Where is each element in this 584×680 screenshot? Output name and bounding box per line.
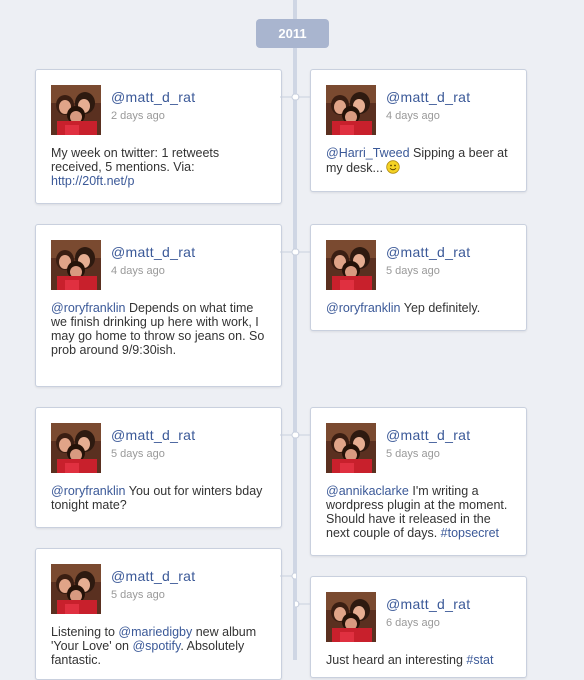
tweet-text-span: Just heard an interesting [326,653,467,667]
timestamp: 4 days ago [386,110,440,122]
tweet-card[interactable]: @matt_d_rat 5 days ago @roryfranklin Yep d… [310,224,527,331]
mention-link[interactable]: @roryfranklin [51,301,126,315]
mention-link[interactable]: @roryfranklin [326,301,401,315]
tweet-card[interactable]: @matt_d_rat 4 days ago @Harri_Tweed Sippin… [310,69,527,192]
hashtag-link[interactable]: #topsecret [441,526,499,540]
avatar[interactable] [51,240,101,290]
mention-link[interactable]: @mariedigby [118,625,192,639]
timeline-connector-dot [292,428,311,440]
mention-link[interactable]: @Harri_Tweed [326,146,410,160]
avatar[interactable] [51,564,101,614]
user-handle-link[interactable]: @matt_d_rat [386,89,470,105]
year-badge[interactable]: 2011 [256,19,329,48]
tweet-text: @annikaclarke I'm writing a wordpress pl… [326,484,514,540]
timestamp: 5 days ago [111,448,165,460]
timestamp: 5 days ago [386,448,440,460]
timeline-connector-dot [280,569,299,581]
avatar[interactable] [326,423,376,473]
url-link[interactable]: http://20ft.net/p [51,174,134,188]
timeline-connector-dot [280,90,299,102]
smiley-icon [386,160,401,174]
mention-link[interactable]: @spotify [132,639,180,653]
tweet-card[interactable]: @matt_d_rat 5 days ago @roryfranklin You o… [35,407,282,528]
tweet-text: My week on twitter: 1 retweets received,… [51,146,269,188]
hashtag-link[interactable]: #stat [466,653,493,667]
user-handle-link[interactable]: @matt_d_rat [386,244,470,260]
timestamp: 6 days ago [386,617,440,629]
user-handle-link[interactable]: @matt_d_rat [386,596,470,612]
tweet-card[interactable]: @matt_d_rat 5 days ago @annikaclarke I'm w… [310,407,527,556]
avatar[interactable] [51,423,101,473]
tweet-text-span: My week on twitter: 1 retweets received,… [51,146,220,174]
mention-link[interactable]: @annikaclarke [326,484,409,498]
user-handle-link[interactable]: @matt_d_rat [111,427,195,443]
tweet-text: @roryfranklin You out for winters bday t… [51,484,269,512]
timeline-connector-dot [280,428,299,440]
timeline-connector-dot [280,245,299,257]
timeline-connector-dot [292,90,311,102]
user-handle-link[interactable]: @matt_d_rat [111,568,195,584]
tweet-text: Listening to @mariedigby new album 'Your… [51,625,269,667]
tweet-text: @roryfranklin Depends on what time we fi… [51,301,269,357]
tweet-card[interactable]: @matt_d_rat 6 days ago Just heard an inter… [310,576,527,678]
timeline-connector-dot [292,245,311,257]
tweet-card[interactable]: @matt_d_rat 4 days ago @roryfranklin Depen… [35,224,282,387]
tweet-text-span: Yep definitely. [400,301,481,315]
tweet-text: Just heard an interesting #stat [326,653,514,667]
timestamp: 5 days ago [111,589,165,601]
tweet-card[interactable]: @matt_d_rat 2 days ago My week on twitter:… [35,69,282,204]
user-handle-link[interactable]: @matt_d_rat [111,244,195,260]
avatar[interactable] [326,240,376,290]
tweet-card[interactable]: @matt_d_rat 5 days ago Listening to @marie… [35,548,282,680]
timestamp: 4 days ago [111,265,165,277]
user-handle-link[interactable]: @matt_d_rat [386,427,470,443]
timeline-connector-dot [292,597,311,609]
avatar[interactable] [326,85,376,135]
avatar[interactable] [326,592,376,642]
tweet-text: @Harri_Tweed Sipping a beer at my desk..… [326,146,514,175]
timestamp: 5 days ago [386,265,440,277]
mention-link[interactable]: @roryfranklin [51,484,126,498]
user-handle-link[interactable]: @matt_d_rat [111,89,195,105]
timestamp: 2 days ago [111,110,165,122]
tweet-text: @roryfranklin Yep definitely. [326,301,514,315]
tweet-text-span: Listening to [51,625,119,639]
avatar[interactable] [51,85,101,135]
